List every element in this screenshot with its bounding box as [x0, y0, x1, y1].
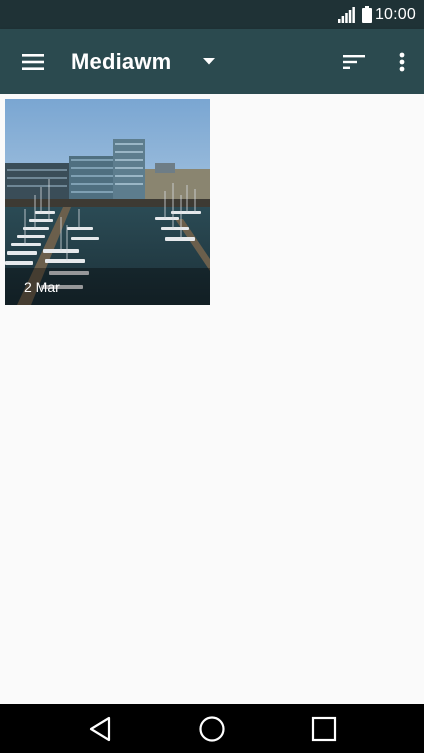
sort-icon: [343, 54, 365, 69]
signal-icon: [337, 6, 355, 23]
home-icon: [199, 715, 225, 742]
menu-button[interactable]: [0, 29, 66, 94]
home-button[interactable]: [172, 704, 252, 753]
album-selector[interactable]: Mediawm: [71, 29, 216, 94]
navigation-bar: [0, 704, 424, 753]
gallery-item[interactable]: 2 Mar: [5, 99, 210, 305]
gallery-grid: 2 Mar: [0, 94, 424, 704]
back-icon: [89, 716, 111, 741]
app-bar: Mediawm: [0, 29, 424, 94]
back-button[interactable]: [60, 704, 140, 753]
more-options-button[interactable]: [382, 29, 422, 94]
recents-button[interactable]: [284, 704, 364, 753]
photo-date: 2 Mar: [24, 279, 60, 295]
sort-button[interactable]: [329, 29, 379, 94]
clock: 10:00: [374, 5, 416, 23]
dropdown-arrow-icon: [203, 57, 216, 64]
photo-caption: 2 Mar: [5, 268, 210, 305]
status-bar: 10:00: [0, 0, 424, 29]
page-title: Mediawm: [71, 48, 172, 74]
recents-icon: [311, 716, 337, 741]
menu-icon: [22, 53, 44, 70]
battery-icon: [361, 6, 372, 23]
more-vert-icon: [399, 52, 405, 71]
